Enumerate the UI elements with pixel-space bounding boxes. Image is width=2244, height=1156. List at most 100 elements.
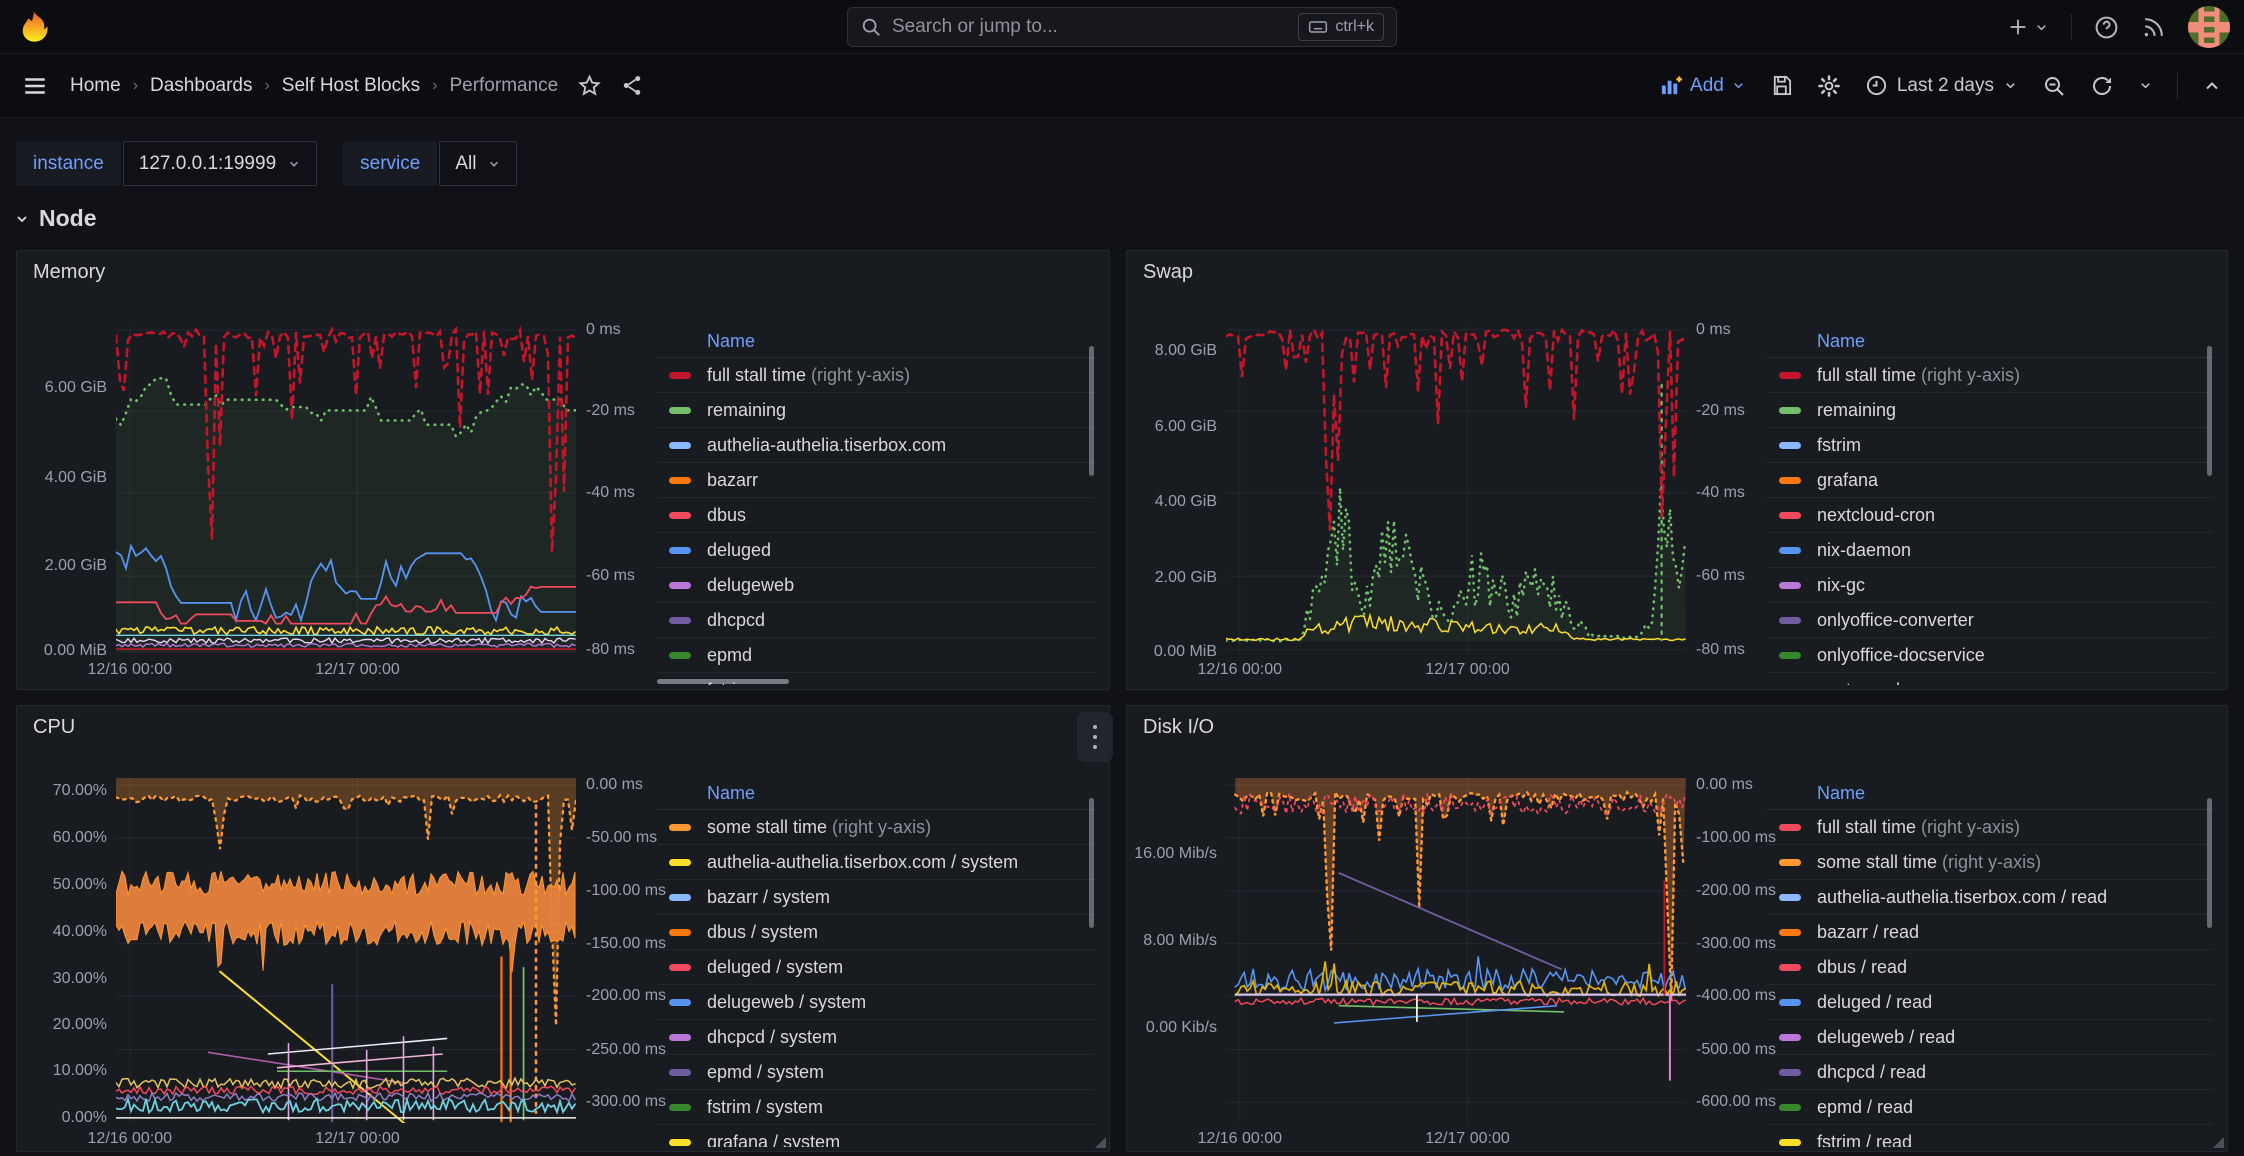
- y-axis-left-tick-label: 16.00 Mib/s: [1127, 845, 1217, 863]
- legend-item-grafana[interactable]: grafana: [1767, 463, 2213, 498]
- legend-vertical-scrollbar[interactable]: [2207, 798, 2212, 928]
- variable-label-service[interactable]: service: [343, 141, 437, 186]
- legend-item-dbus-system[interactable]: dbus / system: [657, 915, 1095, 950]
- legend-item-full-stall-time[interactable]: full stall time (right y-axis): [657, 358, 1095, 393]
- legend-horizontal-scrollbar[interactable]: [657, 679, 789, 684]
- legend-item-deluged-system[interactable]: deluged / system: [657, 950, 1095, 985]
- legend-item-dhcpcd-system[interactable]: dhcpcd / system: [657, 1020, 1095, 1055]
- legend-item-nix-gc[interactable]: nix-gc: [1767, 568, 2213, 603]
- legend-item-label: epmd / read: [1817, 1097, 1913, 1118]
- legend-item-dbus[interactable]: dbus: [657, 498, 1095, 533]
- dashboard-settings-button[interactable]: [1817, 74, 1841, 98]
- legend-item-authelia-authelia-tiserbox-com-read[interactable]: authelia-authelia.tiserbox.com / read: [1767, 880, 2213, 915]
- series-color-marker: [1779, 824, 1801, 831]
- legend-item-postgresql[interactable]: postgresql: [1767, 673, 2213, 685]
- share-button[interactable]: [621, 74, 644, 97]
- y-axis-left-tick-label: 0.00 MiB: [17, 642, 107, 660]
- legend-item-bazarr-read[interactable]: bazarr / read: [1767, 915, 2213, 950]
- news-button[interactable]: [2141, 15, 2166, 40]
- chart-canvas-memory[interactable]: [116, 326, 576, 653]
- chart-canvas-swap[interactable]: [1226, 326, 1686, 653]
- legend-item-delugeweb-system[interactable]: delugeweb / system: [657, 985, 1095, 1020]
- legend-item-onlyoffice-docservice[interactable]: onlyoffice-docservice: [1767, 638, 2213, 673]
- legend-vertical-scrollbar[interactable]: [1089, 346, 1094, 476]
- y-axis-right-tick-label: -100.00 ms: [586, 882, 666, 900]
- panel-resize-handle[interactable]: [1095, 1137, 1106, 1148]
- breadcrumb-item-dashboards[interactable]: Dashboards: [150, 75, 252, 97]
- legend-item-onlyoffice-converter[interactable]: onlyoffice-converter: [1767, 603, 2213, 638]
- chart-canvas-disk-i-o[interactable]: [1226, 778, 1686, 1123]
- legend-item-some-stall-time[interactable]: some stall time (right y-axis): [657, 810, 1095, 845]
- legend-header-name[interactable]: Name: [1767, 778, 2213, 810]
- breadcrumb: Home›Dashboards›Self Host Blocks›Perform…: [70, 75, 558, 97]
- time-range-picker[interactable]: Last 2 days: [1865, 74, 2018, 97]
- variable-label-instance[interactable]: instance: [16, 141, 121, 186]
- legend-header-name[interactable]: Name: [657, 778, 1095, 810]
- legend-item-deluged[interactable]: deluged: [657, 533, 1095, 568]
- panel-title-swap[interactable]: Swap: [1143, 261, 1193, 284]
- legend-vertical-scrollbar[interactable]: [1089, 798, 1094, 928]
- legend-item-full-stall-time[interactable]: full stall time (right y-axis): [1767, 358, 2213, 393]
- breadcrumb-separator-icon: ›: [133, 77, 138, 95]
- legend-item-full-stall-time[interactable]: full stall time (right y-axis): [1767, 810, 2213, 845]
- legend-item-dhcpcd-read[interactable]: dhcpcd / read: [1767, 1055, 2213, 1090]
- variable-value-instance[interactable]: 127.0.0.1:19999: [123, 141, 317, 186]
- search-input[interactable]: Search or jump to... ctrl+k: [847, 7, 1397, 47]
- legend-item-dhcpcd[interactable]: dhcpcd: [657, 603, 1095, 638]
- legend-item-label: grafana: [1817, 470, 1878, 491]
- legend-item-nextcloud-cron[interactable]: nextcloud-cron: [1767, 498, 2213, 533]
- legend-item-bazarr[interactable]: bazarr: [657, 463, 1095, 498]
- legend-item-epmd-read[interactable]: epmd / read: [1767, 1090, 2213, 1125]
- panel-title-disk-i-o[interactable]: Disk I/O: [1143, 716, 1214, 739]
- legend-item-delugeweb[interactable]: delugeweb: [657, 568, 1095, 603]
- panel-title-cpu[interactable]: CPU: [33, 716, 75, 739]
- legend-vertical-scrollbar[interactable]: [2207, 346, 2212, 476]
- breadcrumb-item-home[interactable]: Home: [70, 75, 121, 97]
- legend-item-remaining[interactable]: remaining: [657, 393, 1095, 428]
- legend-item-fstrim-system[interactable]: fstrim / system: [657, 1090, 1095, 1125]
- add-button[interactable]: Add: [1660, 74, 1746, 97]
- panel-memory: Memory6.00 GiB4.00 GiB2.00 GiB0.00 MiB0 …: [16, 250, 1110, 690]
- new-menu-button[interactable]: [2007, 16, 2049, 38]
- legend-item-label: authelia-authelia.tiserbox.com: [707, 435, 946, 456]
- refresh-interval-caret[interactable]: [2138, 78, 2153, 93]
- legend-item-delugeweb-read[interactable]: delugeweb / read: [1767, 1020, 2213, 1055]
- legend-item-some-stall-time[interactable]: some stall time (right y-axis): [1767, 845, 2213, 880]
- favorite-star-button[interactable]: [578, 74, 601, 97]
- legend-item-epmd-system[interactable]: epmd / system: [657, 1055, 1095, 1090]
- legend-item-grafana-system[interactable]: grafana / system: [657, 1125, 1095, 1147]
- user-avatar[interactable]: [2188, 6, 2230, 48]
- breadcrumb-item-self-host-blocks[interactable]: Self Host Blocks: [282, 75, 420, 97]
- legend-item-epmd[interactable]: epmd: [657, 638, 1095, 673]
- legend-item-label: dhcpcd: [707, 610, 765, 631]
- legend-item-fstrim[interactable]: fstrim: [1767, 428, 2213, 463]
- collapse-toolbar-button[interactable]: [2202, 76, 2222, 96]
- help-button[interactable]: [2094, 15, 2119, 40]
- section-row-node[interactable]: Node: [14, 205, 97, 232]
- panel-resize-handle[interactable]: [2213, 1137, 2224, 1148]
- legend-item-label: authelia-authelia.tiserbox.com / read: [1817, 887, 2107, 908]
- legend-item-label: epmd / system: [707, 1062, 824, 1083]
- refresh-button[interactable]: [2090, 74, 2114, 98]
- legend-item-authelia-authelia-tiserbox-com-system[interactable]: authelia-authelia.tiserbox.com / system: [657, 845, 1095, 880]
- zoom-out-button[interactable]: [2042, 74, 2066, 98]
- legend-item-nix-daemon[interactable]: nix-daemon: [1767, 533, 2213, 568]
- save-dashboard-button[interactable]: [1770, 74, 1793, 97]
- breadcrumb-item-performance[interactable]: Performance: [449, 75, 558, 97]
- variable-value-service[interactable]: All: [439, 141, 517, 186]
- legend-header-name[interactable]: Name: [1767, 326, 2213, 358]
- grafana-logo-icon[interactable]: [16, 9, 52, 45]
- legend-item-authelia-authelia-tiserbox-com[interactable]: authelia-authelia.tiserbox.com: [657, 428, 1095, 463]
- panel-menu-button[interactable]: [1077, 712, 1113, 762]
- legend-header-name[interactable]: Name: [657, 326, 1095, 358]
- legend-item-bazarr-system[interactable]: bazarr / system: [657, 880, 1095, 915]
- legend-item-deluged-read[interactable]: deluged / read: [1767, 985, 2213, 1020]
- variable-instance: instance127.0.0.1:19999: [16, 141, 317, 186]
- menu-toggle-button[interactable]: [22, 73, 48, 99]
- panel-title-memory[interactable]: Memory: [33, 261, 105, 284]
- legend-item-remaining[interactable]: remaining: [1767, 393, 2213, 428]
- legend-item-dbus-read[interactable]: dbus / read: [1767, 950, 2213, 985]
- legend-item-fstrim-read[interactable]: fstrim / read: [1767, 1125, 2213, 1147]
- chart-canvas-cpu[interactable]: [116, 778, 576, 1123]
- legend-item-label: remaining: [1817, 400, 1896, 421]
